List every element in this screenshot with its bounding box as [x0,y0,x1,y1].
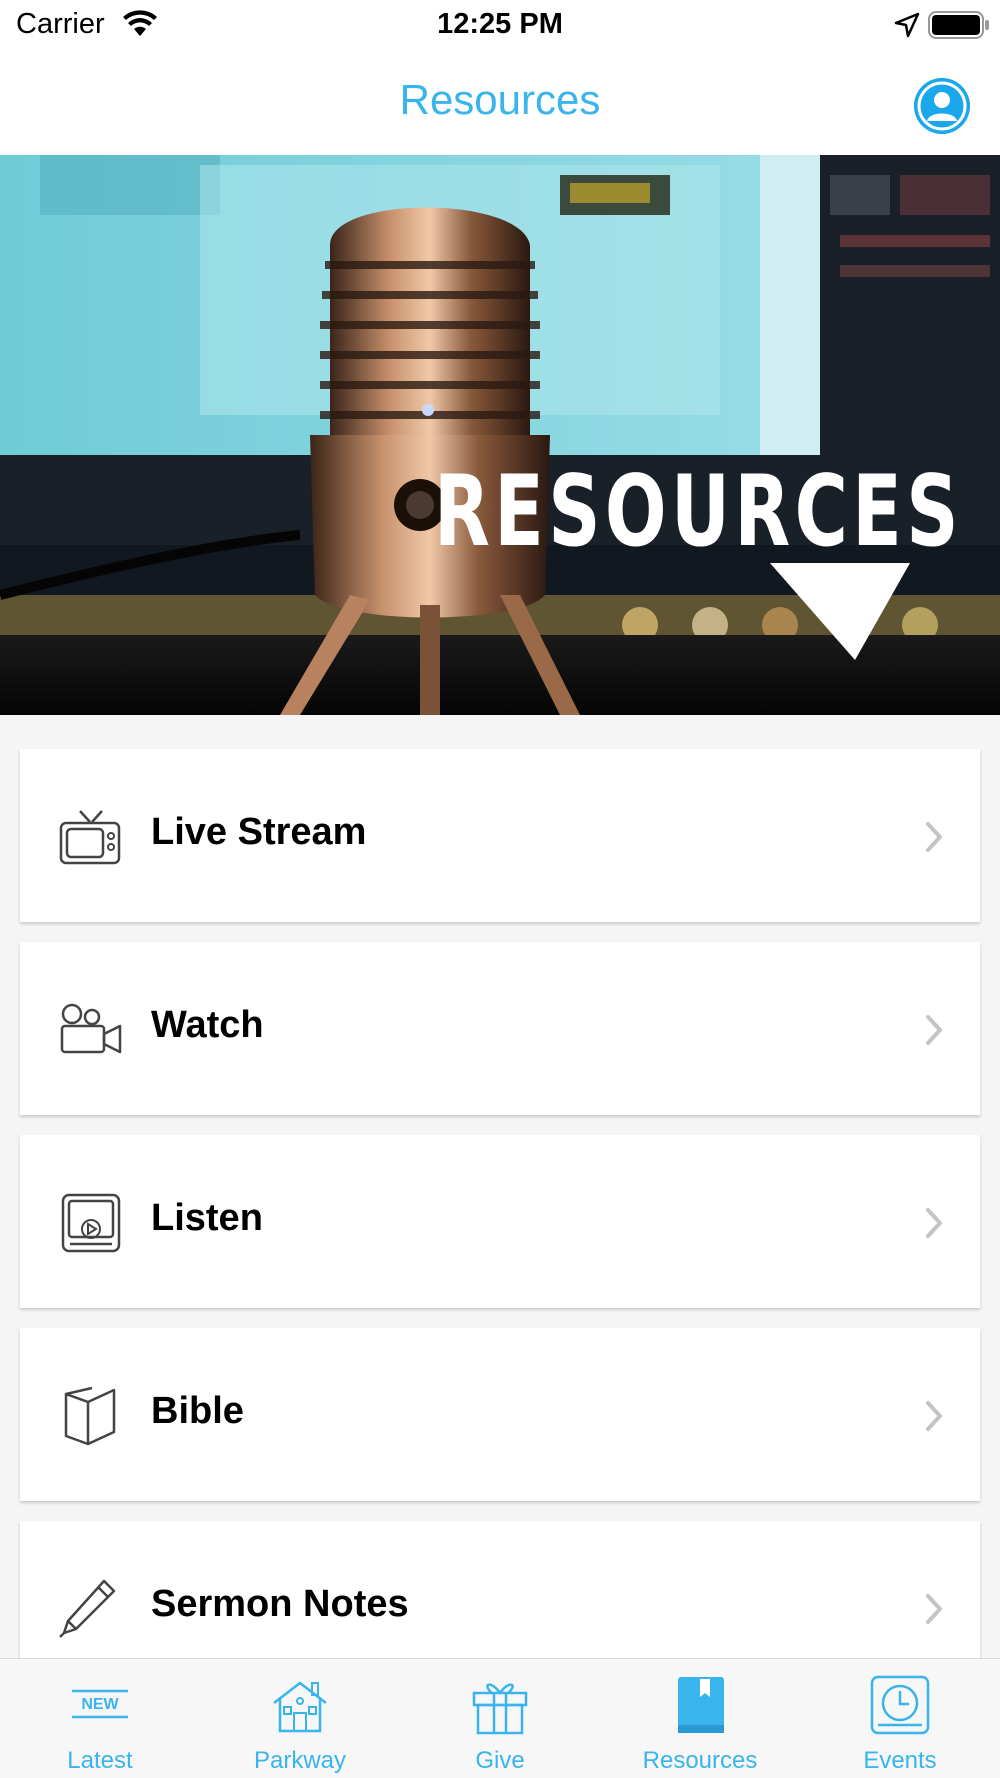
chevron-right-icon [926,822,942,852]
tab-latest[interactable]: NEW Latest [0,1659,200,1778]
page-title: Resources [399,76,601,123]
tv-icon [59,810,121,865]
hero-title: RESOURCES [434,455,963,569]
microphone-photo [0,155,1000,715]
list-item-label: Live Stream [151,811,367,853]
new-badge-icon: NEW [72,1689,128,1719]
chevron-right-icon [926,1015,942,1045]
list-item-sermon-notes[interactable]: Sermon Notes [20,1521,980,1658]
list-item-label: Watch [151,1004,264,1046]
tab-bar: NEW Latest Parkway Give Resources Events [0,1658,1000,1778]
list-item-label: Listen [151,1197,263,1239]
pencil-icon [59,1579,116,1638]
clock-icon [870,1675,930,1735]
status-bar: Carrier 12:25 PM [0,0,1000,52]
tab-label: Give [475,1747,525,1774]
resource-list: Live Stream Watch Listen Bible Sermon No… [0,715,1000,1658]
tab-label: Latest [67,1747,133,1774]
status-time: 12:25 PM [437,8,563,40]
list-item-watch[interactable]: Watch [20,942,980,1115]
house-icon [273,1681,327,1733]
book-icon [64,1386,116,1446]
gift-icon [472,1683,528,1735]
book-icon [678,1677,724,1733]
hero-banner: RESOURCES [0,155,1000,715]
new-badge-text: NEW [81,1696,119,1713]
list-item-live-stream[interactable]: Live Stream [20,749,980,922]
tab-parkway[interactable]: Parkway [200,1659,400,1778]
battery-icon [928,11,989,39]
tab-resources[interactable]: Resources [600,1659,800,1778]
tab-label: Resources [642,1747,758,1774]
tab-give[interactable]: Give [400,1659,600,1778]
tab-label: Events [863,1747,937,1774]
nav-bar: Resources [0,52,1000,155]
tab-label: Parkway [253,1747,347,1774]
list-item-label: Sermon Notes [151,1583,409,1625]
media-player-icon [61,1193,121,1253]
list-item-label: Bible [151,1390,244,1432]
chevron-right-icon [926,1594,942,1624]
list-item-bible[interactable]: Bible [20,1328,980,1501]
chevron-right-icon [926,1401,942,1431]
chevron-right-icon [926,1208,942,1238]
profile-button[interactable] [914,78,970,134]
list-item-listen[interactable]: Listen [20,1135,980,1308]
location-arrow-icon [894,12,920,38]
video-camera-icon [60,1003,122,1054]
tab-events[interactable]: Events [800,1659,1000,1778]
user-avatar-icon [914,78,970,134]
